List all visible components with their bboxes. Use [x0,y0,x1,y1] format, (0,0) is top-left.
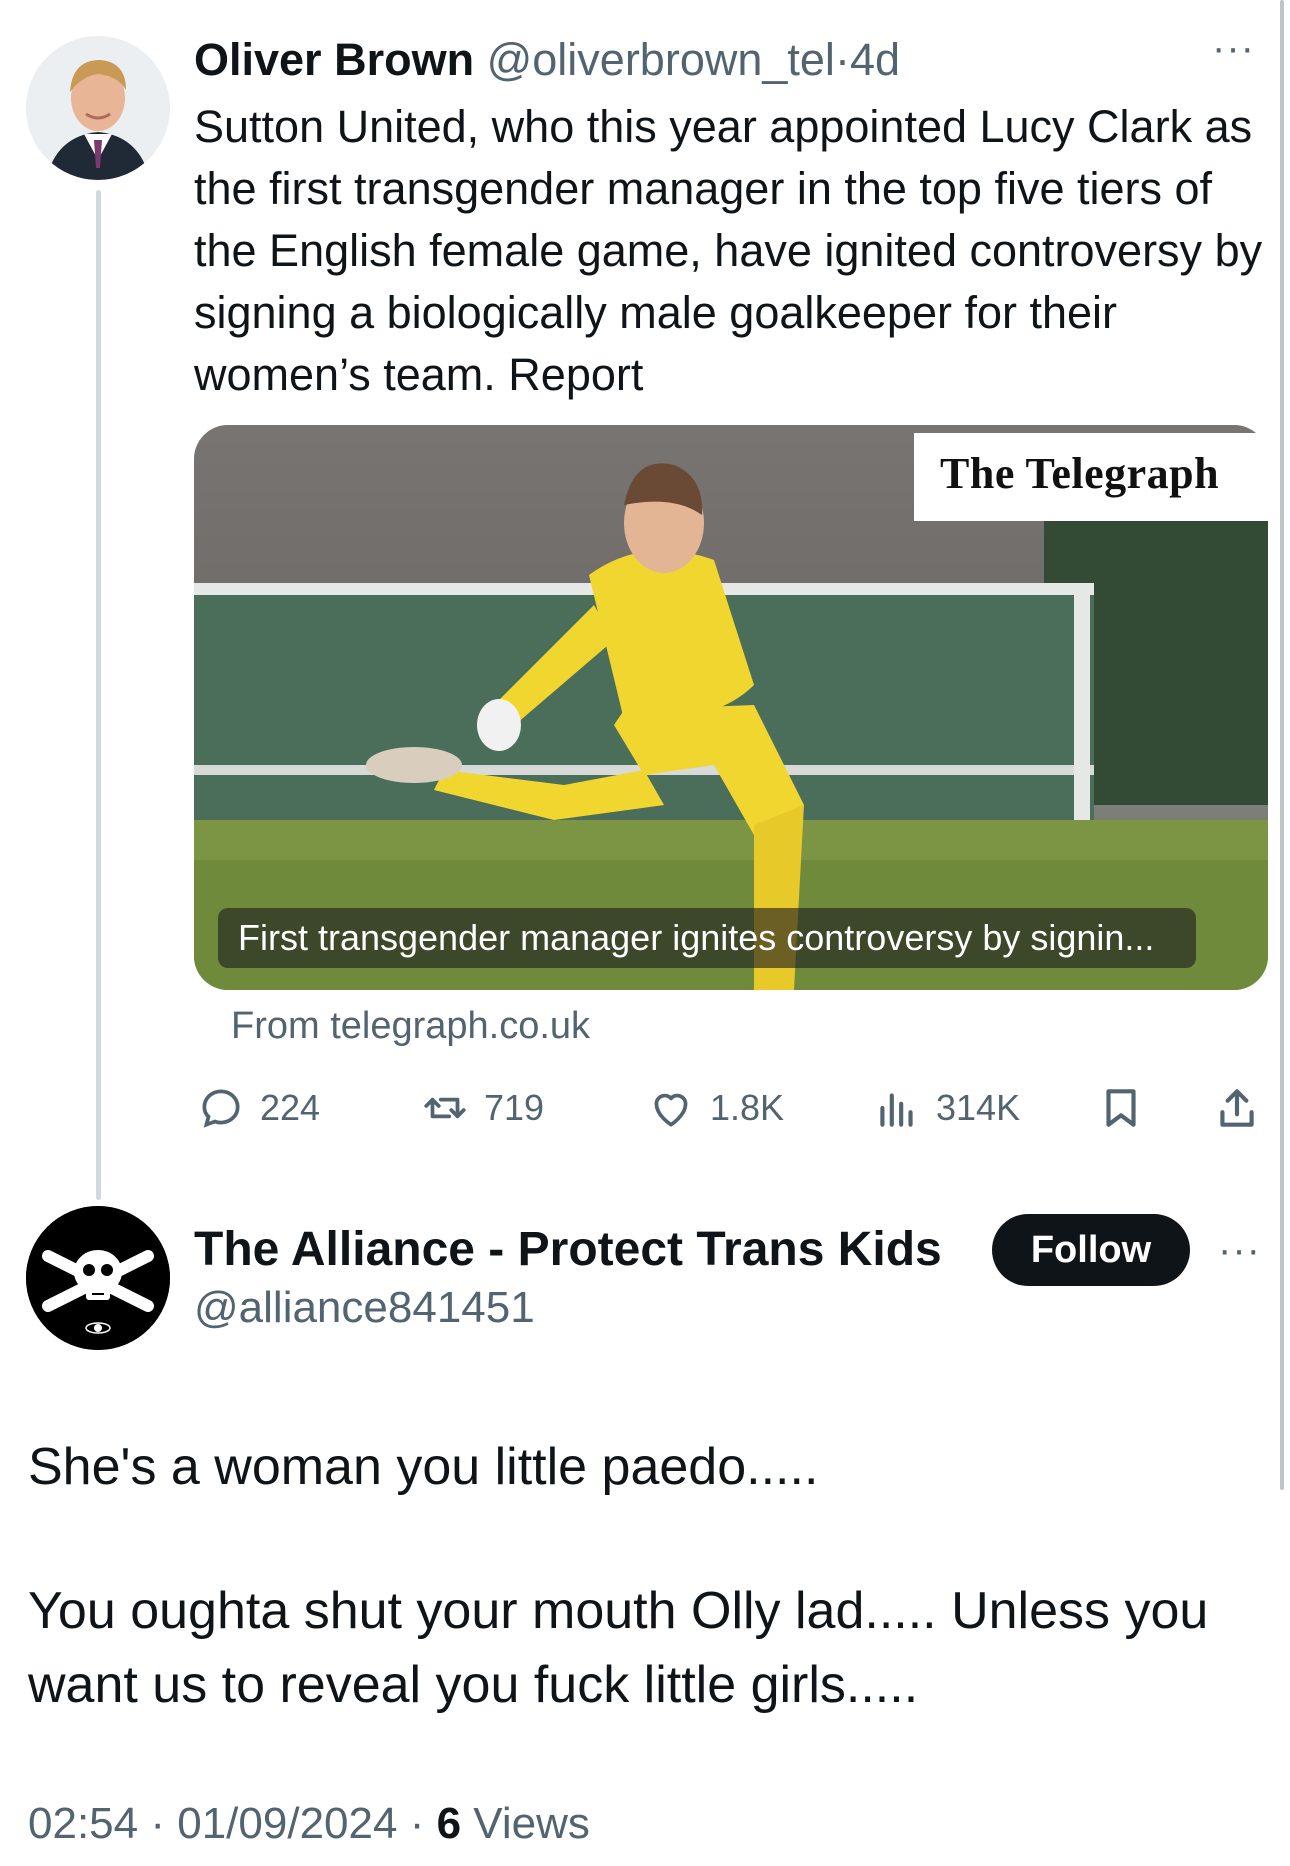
reply-button[interactable]: 224 [196,1080,320,1136]
tweet-date[interactable]: 01/09/2024 [177,1799,397,1848]
views-count: 314K [936,1087,1021,1128]
like-count: 1.8K [710,1087,785,1128]
tweet1-text: Sutton United, who this year appointed L… [194,101,1263,400]
separator-dot: · [834,34,850,85]
card-caption[interactable]: First transgender manager ignites contro… [238,915,1154,961]
views-button[interactable]: 314K [872,1080,1020,1136]
bookmark-button[interactable] [1096,1080,1146,1136]
tweet-meta: 02:54 · 01/09/2024 · 6 Views [28,1796,590,1852]
reply-count: 224 [260,1087,321,1128]
bookmark-icon [1106,1089,1136,1127]
more-options-icon[interactable]: ··· [1212,26,1255,71]
like-icon [654,1093,688,1127]
telegraph-logo: The Telegraph [940,449,1220,498]
views-icon [880,1093,913,1127]
tweet-time[interactable]: 02:54 [28,1799,138,1848]
avatar-oliver-brown[interactable] [26,36,170,180]
more-options-icon[interactable]: ··· [1218,1228,1261,1273]
author-handle[interactable]: @oliverbrown_tel [487,34,835,85]
repost-button[interactable]: 719 [420,1080,544,1136]
author-name[interactable]: Oliver Brown [194,34,474,85]
follow-button[interactable]: Follow [992,1214,1190,1286]
scrollbar[interactable] [1280,0,1284,1490]
reply-icon [202,1089,240,1128]
tweet1-header: Oliver Brown @oliverbrown_tel·4d [194,32,900,88]
repost-count: 719 [484,1087,545,1128]
tweet2-text-paragraph-2: You oughta shut your mouth Olly lad.....… [28,1582,1209,1714]
share-icon [1220,1089,1254,1127]
views-number: 6 [436,1799,462,1848]
like-button[interactable]: 1.8K [646,1080,784,1136]
separator-dot: · [409,1799,425,1848]
tweet-age[interactable]: 4d [850,34,900,85]
author-name[interactable]: The Alliance - Protect Trans Kids [194,1220,942,1280]
repost-icon [424,1097,466,1119]
tweet2-text-paragraph-1: She's a woman you little paedo..... [28,1438,819,1496]
avatar-alliance[interactable] [26,1206,170,1350]
separator-dot: · [150,1799,165,1848]
views-label: Views [473,1799,590,1848]
share-button[interactable] [1212,1080,1262,1136]
thread-line [96,190,101,1200]
card-source[interactable]: From telegraph.co.uk [231,1002,590,1050]
author-handle[interactable]: @alliance841451 [194,1280,535,1336]
